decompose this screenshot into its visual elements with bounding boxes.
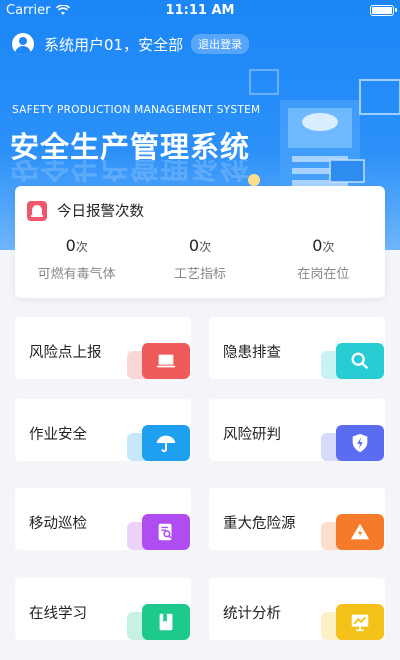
user-bar: 系统用户01，安全部 退出登录: [12, 33, 250, 55]
stat-gas[interactable]: 0次 可燃有毒气体: [15, 236, 138, 282]
umbrella-icon: [142, 425, 190, 461]
stat-process[interactable]: 0次 工艺指标: [138, 236, 261, 282]
menu-tile-8[interactable]: 统计分析: [209, 578, 385, 640]
menu-tile-7[interactable]: 在线学习: [15, 578, 191, 640]
menu-tile-label: 统计分析: [223, 606, 281, 622]
menu-tile-label: 风险研判: [223, 427, 281, 443]
warning-triangle-icon: [336, 514, 384, 550]
book-icon: [142, 604, 190, 640]
chart-board-icon: [336, 604, 384, 640]
menu-tile-label: 重大危险源: [223, 516, 296, 532]
stat-unit: 次: [322, 240, 335, 254]
menu-tile-6[interactable]: 重大危险源: [209, 488, 385, 550]
laptop-icon: [142, 343, 190, 379]
document-search-icon: [142, 514, 190, 550]
stat-value: 0: [65, 236, 76, 255]
battery-icon: [370, 5, 397, 16]
stat-unit: 次: [199, 240, 212, 254]
alarm-bell-icon: [27, 200, 47, 221]
menu-tile-5[interactable]: 移动巡检: [15, 488, 191, 550]
menu-tile-label: 在线学习: [29, 606, 87, 622]
stat-unit: 次: [75, 240, 88, 254]
menu-tile-2[interactable]: 隐患排查: [209, 317, 385, 379]
clock: 11:11 AM: [165, 3, 235, 18]
stat-value: 0: [312, 236, 323, 255]
stat-label: 可燃有毒气体: [37, 267, 116, 282]
menu-tile-label: 隐患排查: [223, 345, 281, 361]
stat-on-duty[interactable]: 0次 在岗在位: [262, 236, 385, 282]
alarm-card: 今日报警次数 0次 可燃有毒气体 0次 工艺指标 0次 在岗在位: [15, 186, 385, 298]
menu-tile-label: 移动巡检: [29, 516, 87, 532]
logout-button[interactable]: 退出登录: [191, 34, 250, 54]
stat-label: 工艺指标: [173, 267, 226, 282]
menu-tile-1[interactable]: 风险点上报: [15, 317, 191, 379]
alarm-title: 今日报警次数: [57, 204, 144, 220]
system-title-english: SAFETY PRODUCTION MANAGEMENT SYSTEM: [12, 104, 261, 116]
status-bar: Carrier 11:11 AM: [0, 0, 400, 22]
stat-label: 在岗在位: [297, 267, 350, 282]
user-name: 系统用户01，安全部: [44, 35, 184, 54]
menu-tile-3[interactable]: 作业安全: [15, 399, 191, 461]
menu-tile-label: 作业安全: [29, 427, 87, 443]
shield-bolt-icon: [336, 425, 384, 461]
menu-tile-label: 风险点上报: [29, 345, 102, 361]
menu-tile-4[interactable]: 风险研判: [209, 399, 385, 461]
stat-value: 0: [188, 236, 200, 255]
magnifier-icon: [336, 343, 384, 379]
avatar[interactable]: [12, 33, 34, 55]
